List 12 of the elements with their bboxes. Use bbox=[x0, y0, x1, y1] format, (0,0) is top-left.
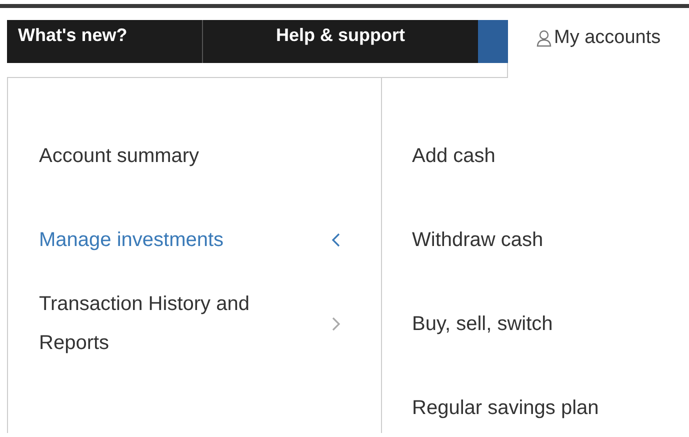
submenu-item[interactable]: Withdraw cash bbox=[412, 221, 599, 305]
menu-item[interactable]: Account summary bbox=[39, 114, 341, 198]
nav-accent-block bbox=[478, 20, 508, 63]
menu-item[interactable]: Transaction History and Reports bbox=[39, 282, 341, 366]
submenu-item[interactable]: Add cash bbox=[412, 137, 599, 221]
nav-link[interactable]: What's new? bbox=[7, 20, 203, 63]
menu-item[interactable]: Manage investments bbox=[39, 198, 341, 282]
nav-link[interactable]: Help & support bbox=[203, 20, 478, 63]
user-icon bbox=[536, 29, 552, 48]
submenu-item[interactable]: Regular savings plan bbox=[412, 389, 599, 437]
submenu-item[interactable]: Buy, sell, switch bbox=[412, 305, 599, 389]
my-accounts-link[interactable]: My accounts bbox=[536, 24, 661, 52]
